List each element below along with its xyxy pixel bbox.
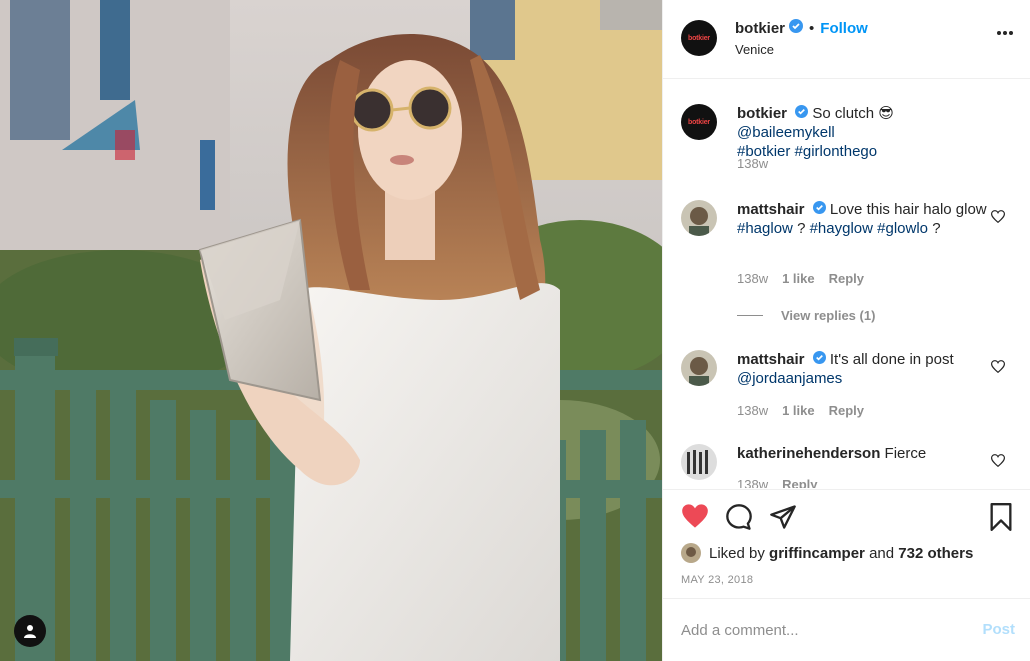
- comment-text-fragment: ?: [932, 220, 941, 237]
- comment-text: So clutch 😎: [812, 105, 894, 122]
- comment-body: mattshair It's all done in post @jordaan…: [737, 350, 989, 388]
- comment-body: mattshair Love this hair halo glow #hagl…: [737, 200, 989, 238]
- author-line: botkier • Follow: [735, 19, 868, 37]
- commenter-avatar[interactable]: [681, 350, 717, 386]
- comment-time: 138w: [737, 477, 769, 488]
- comment-username[interactable]: mattshair: [737, 351, 805, 368]
- view-replies-button[interactable]: View replies (1): [737, 308, 875, 323]
- replies-divider-line: [737, 315, 763, 316]
- user-tag-icon: [24, 625, 36, 638]
- likes-summary: Liked by griffincamper and 732 others: [681, 543, 973, 563]
- comment-username[interactable]: katherinehenderson: [737, 445, 880, 462]
- commenter-avatar[interactable]: [681, 200, 717, 236]
- comment-text: It's all done in post: [829, 351, 954, 368]
- hashtag-link[interactable]: #hayglow: [810, 220, 873, 237]
- comment-time: 138w: [737, 403, 769, 418]
- comment-text-fragment: ?: [797, 220, 806, 237]
- reply-button[interactable]: Reply: [829, 403, 864, 418]
- author-avatar[interactable]: botkier: [681, 20, 717, 56]
- hashtag-link[interactable]: #glowlo: [877, 220, 928, 237]
- verified-badge-icon: [812, 200, 826, 219]
- avatar-logo-text: botkier: [688, 118, 710, 126]
- location-link[interactable]: Venice: [735, 42, 774, 57]
- caption-body: botkier So clutch 😎@baileemykell #botkie…: [737, 104, 989, 161]
- share-icon[interactable]: [769, 503, 797, 531]
- verified-badge-icon: [795, 104, 809, 123]
- comment-likes-count[interactable]: 1 like: [782, 271, 815, 286]
- likes-and: and: [869, 544, 895, 562]
- comment-text: Fierce: [884, 445, 927, 462]
- liker-avatar[interactable]: [681, 543, 701, 563]
- post-comment-button[interactable]: Post: [982, 621, 1015, 638]
- comment-icon[interactable]: [725, 503, 753, 531]
- comment-time: 138w: [737, 271, 769, 286]
- comment-meta: 138w 1 like Reply: [737, 403, 864, 418]
- view-replies-label: View replies (1): [781, 308, 876, 323]
- more-options-icon[interactable]: [996, 30, 1014, 36]
- comment-time: 138w: [737, 156, 769, 171]
- hashtag-link[interactable]: #haglow: [737, 220, 793, 237]
- post-photo[interactable]: [0, 0, 662, 661]
- mention-link[interactable]: @jordaanjames: [737, 370, 842, 387]
- commenter-avatar[interactable]: [681, 444, 717, 480]
- author-username[interactable]: botkier: [735, 20, 785, 37]
- comment-meta: 138w: [737, 156, 768, 171]
- user-tag-button[interactable]: [14, 615, 46, 647]
- comment-likes-count[interactable]: 1 like: [782, 403, 815, 418]
- comment-like-heart-icon[interactable]: [991, 454, 1005, 467]
- mention-link[interactable]: @baileemykell: [737, 124, 835, 141]
- heart-icon[interactable]: [681, 503, 709, 529]
- post-date[interactable]: MAY 23, 2018: [681, 574, 753, 586]
- comment-input[interactable]: [681, 619, 951, 641]
- liker-username[interactable]: griffincamper: [769, 545, 865, 562]
- avatar-logo-text: botkier: [688, 34, 710, 42]
- separator-dot: •: [809, 19, 815, 37]
- comment-username[interactable]: mattshair: [737, 201, 805, 218]
- comment-meta: 138w Reply: [737, 477, 817, 488]
- post-details-panel: botkier botkier • Follow Venice botkier …: [662, 0, 1030, 661]
- follow-button[interactable]: Follow: [820, 20, 868, 37]
- caption-avatar[interactable]: botkier: [681, 104, 717, 140]
- comment-like-heart-icon[interactable]: [991, 360, 1005, 373]
- comment-body: katherinehenderson Fierce: [737, 444, 989, 463]
- comment-text: Love this hair halo glow: [829, 201, 987, 218]
- verified-badge-icon: [812, 350, 826, 369]
- post-actions: Liked by griffincamper and 732 others MA…: [663, 489, 1030, 598]
- likes-prefix: Liked by: [709, 544, 765, 562]
- reply-button[interactable]: Reply: [782, 477, 817, 488]
- bookmark-icon[interactable]: [989, 503, 1013, 531]
- photo-illustration: [0, 0, 662, 661]
- reply-button[interactable]: Reply: [829, 271, 864, 286]
- likes-others-count[interactable]: 732 others: [898, 545, 973, 562]
- post-header: botkier botkier • Follow Venice: [663, 0, 1030, 79]
- comment-meta: 138w 1 like Reply: [737, 271, 864, 286]
- comment-like-heart-icon[interactable]: [991, 210, 1005, 223]
- add-comment-bar: Post: [663, 598, 1030, 661]
- verified-badge-icon: [789, 19, 804, 37]
- comment-username[interactable]: botkier: [737, 105, 787, 122]
- comments-list[interactable]: botkier botkier So clutch 😎 @baileemykell…: [663, 80, 1030, 488]
